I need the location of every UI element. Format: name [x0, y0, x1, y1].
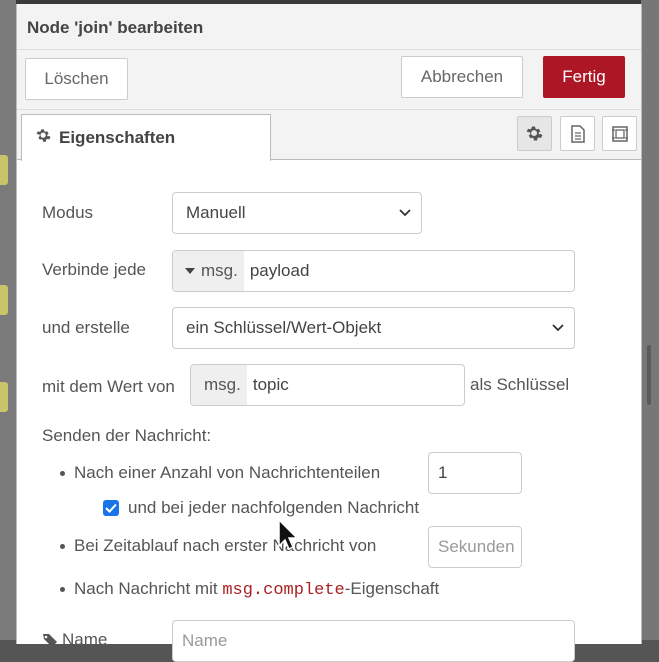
send-heading: Senden der Nachricht:: [42, 426, 212, 445]
timeout-input[interactable]: Sekunden: [428, 526, 522, 568]
gear-icon: [526, 126, 543, 141]
checkmark-icon: [105, 503, 117, 513]
subsequent-checkbox[interactable]: [103, 500, 119, 516]
appearance-icon: [611, 125, 628, 142]
flow-node-chip: [0, 382, 8, 412]
create-select-value: ein Schlüssel/Wert-Objekt: [186, 318, 382, 337]
tab-settings-button[interactable]: [517, 116, 552, 151]
timeout-placeholder: Sekunden: [438, 537, 515, 556]
chevron-down-icon: [552, 324, 564, 332]
name-placeholder: Name: [182, 631, 228, 650]
tag-icon: [43, 634, 57, 647]
mouse-cursor-icon: [278, 519, 298, 551]
dialog-title: Node 'join' bearbeiten: [17, 4, 641, 50]
mode-select-value: Manuell: [186, 203, 246, 222]
workspace-left-strip: [0, 0, 16, 640]
delete-button[interactable]: Löschen: [25, 58, 128, 100]
combine-typed-input[interactable]: msg. payload: [172, 250, 575, 292]
list-bullet: [60, 471, 65, 476]
combine-label: Verbinde jede: [42, 260, 146, 279]
flow-node-chip: [0, 155, 8, 185]
properties-form: Modus Manuell Verbinde jede msg. payload…: [17, 160, 641, 662]
caret-down-icon: [185, 268, 195, 274]
key-label: mit dem Wert von: [42, 377, 175, 396]
list-bullet: [60, 587, 65, 592]
name-label-group: Name: [42, 630, 107, 650]
key-suffix: als Schlüssel: [470, 375, 570, 394]
key-prefix: msg.: [204, 375, 241, 394]
gear-icon: [36, 128, 51, 148]
combine-prefix: msg.: [201, 261, 238, 280]
key-type-selector[interactable]: msg.: [191, 365, 247, 405]
edit-dialog: Node 'join' bearbeiten Löschen Abbrechen…: [16, 4, 642, 662]
key-value: topic: [252, 375, 289, 394]
tab-properties[interactable]: Eigenschaften: [21, 114, 271, 161]
done-button[interactable]: Fertig: [543, 56, 625, 98]
flow-node-chip: [0, 285, 8, 315]
name-input[interactable]: Name: [172, 620, 575, 662]
mode-label: Modus: [42, 203, 94, 222]
count-input[interactable]: 1: [428, 452, 522, 494]
mode-select[interactable]: Manuell: [172, 192, 422, 234]
complete-option: Nach Nachricht mit msg.complete-Eigensch…: [74, 579, 439, 600]
count-label: Nach einer Anzahl von Nachrichtenteilen: [74, 463, 381, 482]
chevron-down-icon: [399, 209, 411, 217]
tab-bar: Eigenschaften: [17, 110, 641, 161]
key-typed-input[interactable]: msg. topic: [190, 364, 465, 406]
combine-value: payload: [249, 261, 310, 280]
complete-code: msg.complete: [222, 581, 345, 600]
cancel-button[interactable]: Abbrechen: [401, 56, 523, 98]
combine-type-selector[interactable]: msg.: [173, 251, 244, 291]
list-bullet: [60, 544, 65, 549]
tab-properties-label: Eigenschaften: [59, 128, 176, 147]
create-label: und erstelle: [42, 318, 130, 337]
dialog-toolbar: Löschen Abbrechen Fertig: [17, 50, 641, 110]
tab-appearance-button[interactable]: [602, 116, 637, 151]
create-select[interactable]: ein Schlüssel/Wert-Objekt: [172, 307, 575, 349]
complete-suffix: -Eigenschaft: [344, 579, 440, 598]
scroll-handle[interactable]: [647, 345, 651, 405]
tab-description-button[interactable]: [560, 116, 595, 151]
timeout-label: Bei Zeitablauf nach erster Nachricht von: [74, 536, 377, 555]
complete-prefix: Nach Nachricht mit: [74, 579, 223, 598]
name-label: Name: [62, 630, 108, 649]
workspace-right-strip: [641, 0, 659, 640]
subsequent-label[interactable]: und bei jeder nachfolgenden Nachricht: [128, 498, 419, 518]
count-value: 1: [438, 463, 448, 482]
file-text-icon: [570, 124, 585, 143]
